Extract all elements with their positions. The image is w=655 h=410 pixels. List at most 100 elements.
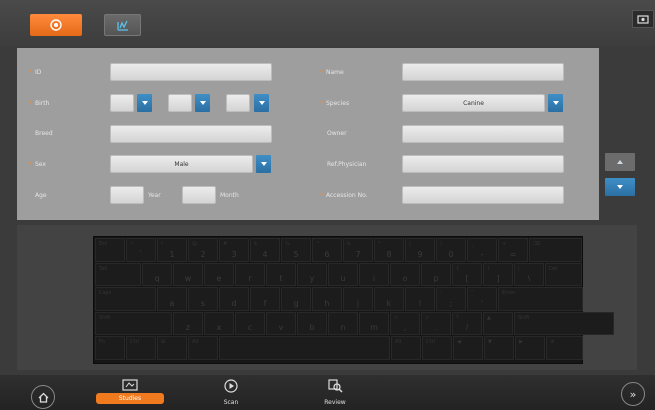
key[interactable]: ~ ` — [126, 238, 156, 262]
key[interactable]: q — [142, 262, 172, 287]
scan-nav[interactable]: Scan — [206, 379, 256, 406]
key[interactable]: u — [328, 262, 358, 287]
key[interactable]: c — [235, 311, 265, 336]
species-select[interactable]: Canine — [402, 94, 545, 112]
key[interactable]: a — [157, 287, 187, 311]
key[interactable]: b — [297, 311, 327, 336]
key[interactable]: :; — [436, 287, 466, 311]
key[interactable]: ⊕ — [546, 336, 583, 360]
key[interactable]: (9 — [405, 238, 435, 262]
birth-day-dropdown[interactable] — [254, 94, 269, 112]
key[interactable]: <, — [390, 311, 420, 336]
key[interactable]: ▼ — [484, 336, 514, 360]
key[interactable]: $4 — [250, 238, 280, 262]
key[interactable]: m — [359, 311, 389, 336]
breed-field[interactable] — [110, 125, 272, 143]
key[interactable]: t — [266, 262, 296, 287]
key[interactable]: #3 — [219, 238, 249, 262]
age-month-field[interactable] — [182, 186, 216, 204]
key[interactable]: l — [405, 287, 435, 311]
key[interactable]: % 5 — [281, 238, 311, 262]
key[interactable]: ▲ — [483, 311, 513, 336]
key[interactable]: & 7 — [343, 238, 373, 262]
key[interactable]: ^ 6 — [312, 238, 342, 262]
birth-month-dropdown[interactable] — [195, 94, 210, 112]
key[interactable]: Esc — [95, 238, 125, 262]
key[interactable]: _ - — [467, 238, 497, 262]
birth-day-field[interactable] — [226, 94, 250, 112]
key[interactable]: x — [204, 311, 234, 336]
birth-month-field[interactable] — [168, 94, 192, 112]
birth-year-dropdown[interactable] — [137, 94, 152, 112]
key[interactable]: ⌫ — [529, 238, 582, 262]
key[interactable]: >. — [421, 311, 451, 336]
screen-toggle-button[interactable] — [632, 10, 654, 28]
worklist-button[interactable] — [104, 14, 141, 36]
ref-physician-field[interactable] — [402, 155, 564, 173]
key[interactable]: Alt — [391, 336, 421, 360]
key[interactable]: ! 1 — [157, 238, 187, 262]
key[interactable]: Ctrl — [422, 336, 452, 360]
key[interactable]: n — [328, 311, 358, 336]
key[interactable]: j — [343, 287, 373, 311]
key[interactable]: | \ — [514, 262, 544, 287]
key[interactable]: f — [250, 287, 280, 311]
key[interactable]: Enter — [498, 287, 583, 311]
key[interactable]: ◀ — [453, 336, 483, 360]
key[interactable]: ? / — [452, 311, 482, 336]
sex-select[interactable]: Male — [110, 155, 253, 173]
key[interactable]: + = — [498, 238, 528, 262]
key[interactable]: ) 0 — [436, 238, 466, 262]
key[interactable]: k — [374, 287, 404, 311]
chevron-down-icon — [141, 101, 148, 105]
key[interactable]: ▶ — [515, 336, 545, 360]
studies-nav[interactable]: Studies — [96, 379, 164, 404]
key-secondary-label: ▲ — [487, 314, 491, 321]
key[interactable]: ⊞ — [157, 336, 187, 360]
name-field[interactable] — [402, 63, 564, 81]
key[interactable]: Shift — [95, 311, 172, 336]
next-page-button[interactable]: » — [621, 382, 645, 406]
key[interactable] — [219, 336, 390, 360]
key[interactable]: z — [173, 311, 203, 336]
key[interactable]: p — [421, 262, 451, 287]
key[interactable]: Caps — [95, 287, 156, 311]
home-button[interactable] — [31, 385, 55, 409]
key[interactable]: r — [235, 262, 265, 287]
key[interactable]: o — [390, 262, 420, 287]
age-year-field[interactable] — [110, 186, 144, 204]
key-primary-label: f — [263, 298, 267, 308]
key[interactable]: g — [281, 287, 311, 311]
key[interactable]: v — [266, 311, 296, 336]
owner-field[interactable] — [402, 125, 564, 143]
key[interactable]: * 8 — [374, 238, 404, 262]
key[interactable]: {[ — [452, 262, 482, 287]
scroll-down-button[interactable] — [605, 178, 635, 196]
key[interactable]: y — [297, 262, 327, 287]
new-patient-button[interactable] — [30, 14, 82, 36]
key[interactable]: s — [188, 287, 218, 311]
accession-field[interactable] — [402, 186, 564, 204]
key[interactable]: " ' — [467, 287, 497, 311]
id-field[interactable] — [110, 63, 272, 81]
key[interactable]: i — [359, 262, 389, 287]
key[interactable]: w — [173, 262, 203, 287]
key[interactable]: h — [312, 287, 342, 311]
key[interactable]: Alt — [188, 336, 218, 360]
key[interactable]: d — [219, 287, 249, 311]
key[interactable]: @2 — [188, 238, 218, 262]
scroll-up-button[interactable] — [605, 153, 635, 171]
key[interactable]: Shift — [514, 311, 614, 336]
key[interactable]: Tab — [95, 262, 141, 287]
sex-dropdown[interactable] — [256, 155, 271, 173]
birth-year-field[interactable] — [110, 94, 134, 112]
key-secondary-label: ⊞ — [161, 339, 166, 346]
key[interactable]: Fn — [95, 336, 125, 360]
key[interactable]: e — [204, 262, 234, 287]
review-nav[interactable]: Review — [310, 379, 360, 406]
key[interactable]: Ctrl — [126, 336, 156, 360]
key-primary-label: g — [293, 298, 299, 308]
key[interactable]: }] — [483, 262, 513, 287]
key[interactable]: Del — [545, 262, 582, 287]
species-dropdown[interactable] — [548, 94, 563, 112]
